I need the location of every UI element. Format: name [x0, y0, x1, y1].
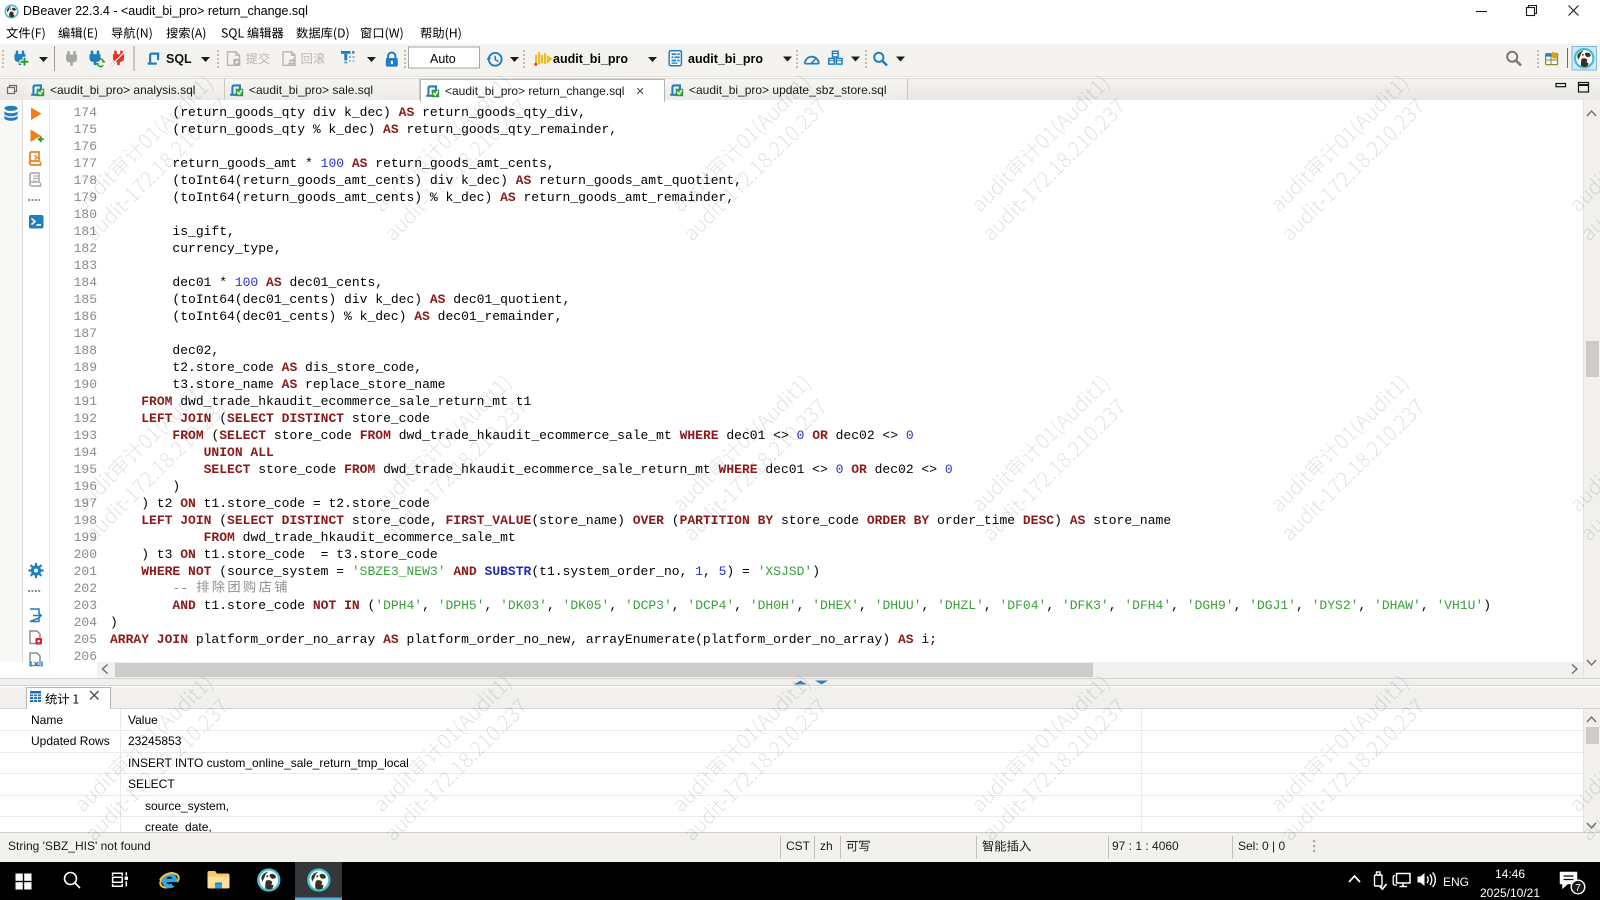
svg-text:7: 7: [1575, 883, 1581, 894]
